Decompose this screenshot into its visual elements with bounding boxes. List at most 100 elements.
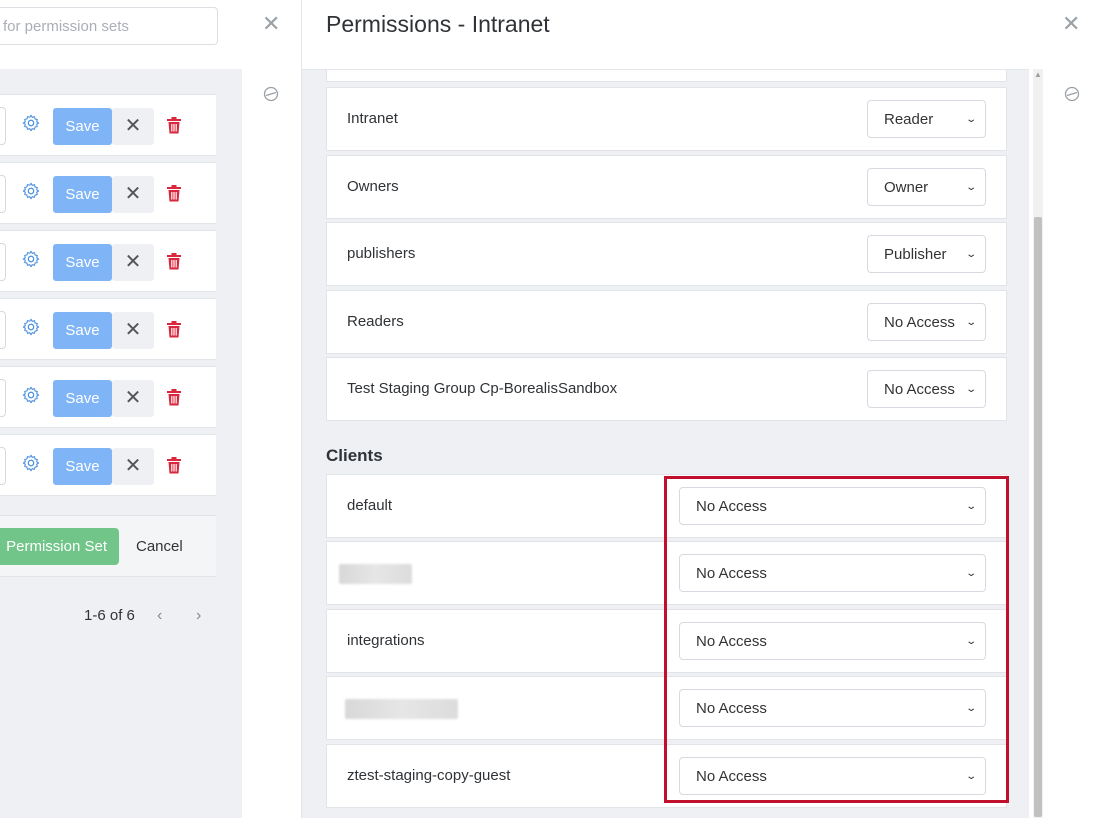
permission-select-value: No Access: [696, 767, 767, 785]
collapse-icon[interactable]: [1064, 86, 1080, 102]
trash-icon[interactable]: [166, 389, 182, 406]
permission-select[interactable]: No Access ⌄: [679, 757, 986, 795]
group-name: Intranet: [347, 110, 398, 127]
client-permission-row: No Access ⌄: [326, 541, 1007, 605]
client-permission-row: ztest-staging-copy-guest No Access ⌄: [326, 744, 1007, 808]
permission-set-name-input[interactable]: [0, 243, 6, 281]
permission-set-row: Save ✕: [0, 366, 216, 428]
close-icon[interactable]: ✕: [112, 380, 154, 417]
save-button[interactable]: Save: [53, 108, 112, 145]
gear-icon[interactable]: [22, 114, 40, 132]
permission-set-row: Save ✕: [0, 298, 216, 360]
chevron-down-icon: ⌄: [964, 635, 977, 647]
permission-select-value: Owner: [884, 178, 929, 196]
close-icon[interactable]: ✕: [262, 12, 280, 36]
chevron-left-icon[interactable]: ‹: [157, 607, 162, 625]
chevron-down-icon: ⌄: [964, 567, 977, 579]
permissions-list: Intranet Reader ⌄ Owners Owner ⌄ publishers Pub…: [302, 69, 1029, 818]
permission-select[interactable]: Publisher ⌄: [867, 235, 986, 273]
chevron-down-icon: ⌄: [964, 770, 977, 782]
trash-icon[interactable]: [166, 185, 182, 202]
group-permission-row: Readers No Access ⌄: [326, 290, 1007, 354]
trash-icon[interactable]: [166, 321, 182, 338]
group-name: publishers: [347, 245, 416, 262]
redacted-client-name: [345, 699, 458, 719]
permission-set-name-input[interactable]: [0, 175, 6, 213]
client-name: default: [347, 497, 393, 514]
permission-select[interactable]: No Access ⌄: [679, 487, 986, 525]
gear-icon[interactable]: [22, 182, 40, 200]
chevron-down-icon: ⌄: [964, 181, 977, 193]
permission-select[interactable]: No Access ⌄: [867, 303, 986, 341]
close-icon[interactable]: ✕: [112, 312, 154, 349]
permission-select[interactable]: No Access ⌄: [679, 622, 986, 660]
close-icon[interactable]: ✕: [112, 448, 154, 485]
chevron-down-icon: ⌄: [964, 500, 977, 512]
pagination-label: 1-6 of 6: [84, 607, 135, 624]
permission-set-name-input[interactable]: [0, 447, 6, 485]
permission-set-name-input[interactable]: [0, 107, 6, 145]
permission-select[interactable]: No Access ⌄: [679, 689, 986, 727]
permission-set-name-input[interactable]: [0, 379, 6, 417]
collapse-icon[interactable]: [263, 86, 279, 102]
clients-heading: Clients: [326, 446, 383, 465]
scrollbar-thumb[interactable]: [1034, 217, 1042, 817]
permission-select-value: No Access: [696, 497, 767, 515]
permission-set-row: Save ✕: [0, 162, 216, 224]
save-button[interactable]: Save: [53, 176, 112, 213]
close-icon[interactable]: ✕: [112, 244, 154, 281]
group-permission-row: publishers Publisher ⌄: [326, 222, 1007, 286]
gear-icon[interactable]: [22, 454, 40, 472]
gear-icon[interactable]: [22, 250, 40, 268]
permissions-modal: Permissions - Intranet ✕ Intranet Reader ⌄…: [302, 0, 1094, 818]
close-icon[interactable]: ✕: [1062, 12, 1080, 36]
chevron-down-icon: ⌄: [964, 316, 977, 328]
permission-select-value: Reader: [884, 110, 934, 128]
modal-title: Permissions - Intranet: [326, 11, 550, 37]
permission-select-value: No Access: [696, 564, 767, 582]
trash-icon[interactable]: [166, 253, 182, 270]
gear-icon[interactable]: [22, 318, 40, 336]
permission-sets-panel: ✕ Save✕Save✕Save✕Save✕Save✕Save✕ Permiss…: [0, 0, 302, 818]
permission-set-row: Save ✕: [0, 94, 216, 156]
cancel-button[interactable]: Cancel: [136, 538, 183, 555]
permission-select[interactable]: Owner ⌄: [867, 168, 986, 206]
client-name: integrations: [347, 632, 425, 649]
client-permission-row: integrations No Access ⌄: [326, 609, 1007, 673]
save-button[interactable]: Save: [53, 244, 112, 281]
permission-select[interactable]: No Access ⌄: [867, 370, 986, 408]
close-icon[interactable]: ✕: [112, 176, 154, 213]
chevron-down-icon: ⌄: [964, 248, 977, 260]
search-input[interactable]: [0, 7, 218, 45]
group-permission-row: Owners Owner ⌄: [326, 155, 1007, 219]
save-button[interactable]: Save: [53, 380, 112, 417]
save-button[interactable]: Save: [53, 312, 112, 349]
permission-select[interactable]: Reader ⌄: [867, 100, 986, 138]
redacted-client-name: [339, 564, 412, 584]
gear-icon[interactable]: [22, 386, 40, 404]
group-permission-row: Intranet Reader ⌄: [326, 87, 1007, 151]
chevron-right-icon[interactable]: ›: [196, 607, 201, 625]
chevron-down-icon: ⌄: [964, 702, 977, 714]
close-icon[interactable]: ✕: [112, 108, 154, 145]
add-permission-set-footer: Permission Set Cancel: [0, 515, 216, 577]
permission-select-value: No Access: [884, 313, 955, 331]
group-name: Test Staging Group Cp-BorealisSandbox: [347, 380, 618, 397]
chevron-down-icon: ⌄: [964, 113, 977, 125]
group-name: Owners: [347, 178, 399, 195]
permission-set-name-input[interactable]: [0, 311, 6, 349]
scrollbar[interactable]: ▲: [1033, 69, 1043, 818]
add-permission-set-button[interactable]: Permission Set: [0, 528, 119, 565]
permission-select-value: Publisher: [884, 245, 947, 263]
scroll-up-icon[interactable]: ▲: [1034, 70, 1042, 79]
client-permission-row: No Access ⌄: [326, 676, 1007, 740]
permission-select-value: No Access: [696, 632, 767, 650]
save-button[interactable]: Save: [53, 448, 112, 485]
client-permission-row: default No Access ⌄: [326, 474, 1007, 538]
client-name: ztest-staging-copy-guest: [347, 767, 511, 784]
trash-icon[interactable]: [166, 117, 182, 134]
permission-select[interactable]: No Access ⌄: [679, 554, 986, 592]
group-name: Readers: [347, 313, 404, 330]
permission-select-value: No Access: [884, 380, 955, 398]
trash-icon[interactable]: [166, 457, 182, 474]
